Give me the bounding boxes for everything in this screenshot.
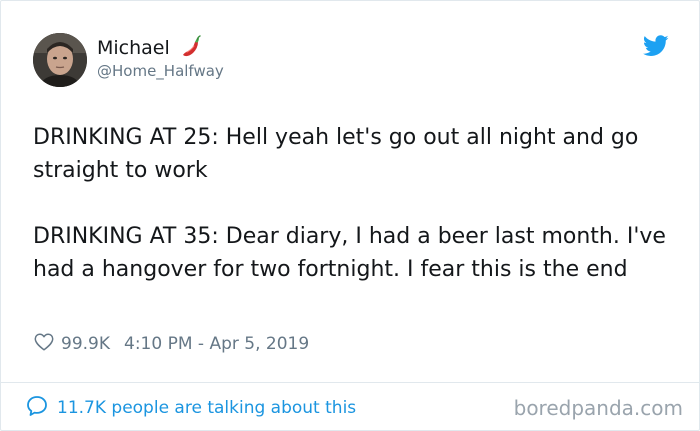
author-handle[interactable]: @Home_Halfway <box>97 61 224 81</box>
footer-divider <box>1 382 699 383</box>
hot-pepper-icon <box>178 35 204 61</box>
tweet-paragraph: DRINKING AT 35: Dear diary, I had a beer… <box>33 224 666 282</box>
speech-bubble-icon <box>25 394 49 423</box>
twitter-bird-icon[interactable] <box>642 35 669 57</box>
author-display-name[interactable]: Michael <box>97 36 170 60</box>
tweet-paragraph: DRINKING AT 25: Hell yeah let's go out a… <box>33 125 639 183</box>
like-count[interactable]: 99.9K <box>61 334 110 354</box>
tweet-card: Michael @Home_Halfway DRINKING AT 25: He… <box>0 0 700 431</box>
heart-outline-icon[interactable] <box>33 331 61 358</box>
discussion-link[interactable]: 11.7K people are talking about this <box>25 395 356 421</box>
tweet-timestamp[interactable]: 4:10 PM - Apr 5, 2019 <box>124 334 309 354</box>
tweet-text: DRINKING AT 25: Hell yeah let's go out a… <box>33 121 673 286</box>
tweet-meta: 99.9K 4:10 PM - Apr 5, 2019 <box>33 331 309 357</box>
author-name-row: Michael <box>97 35 204 61</box>
discussion-label[interactable]: 11.7K people are talking about this <box>57 398 356 418</box>
avatar-photo <box>33 33 87 87</box>
source-watermark: boredpanda.com <box>513 396 683 420</box>
avatar[interactable] <box>33 33 87 87</box>
